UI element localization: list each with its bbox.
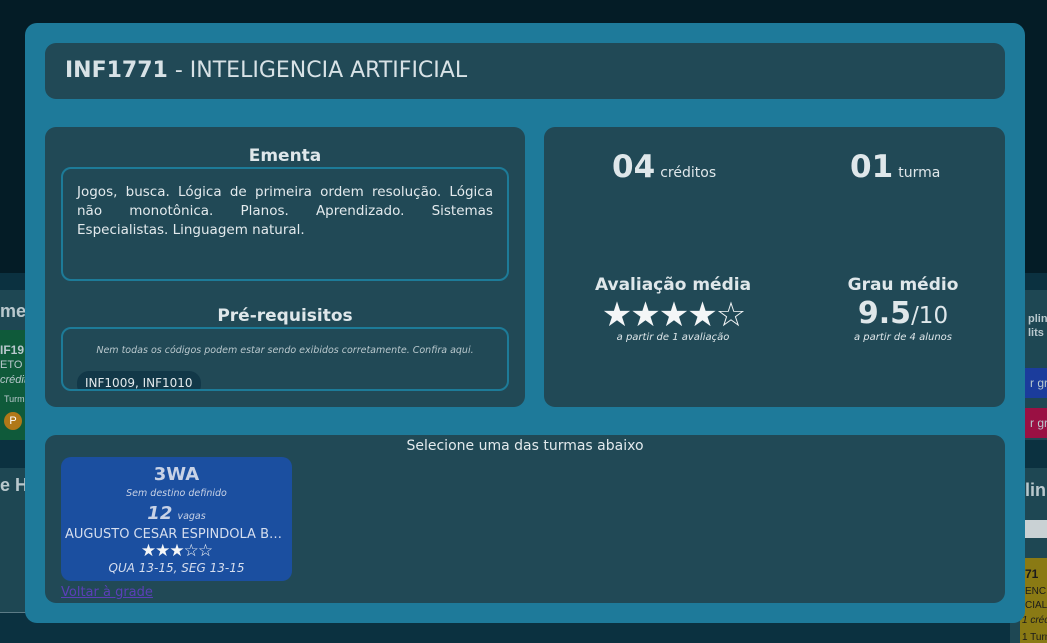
background-button-blue-label: r gra — [1030, 376, 1047, 390]
ementa-title: Ementa — [248, 146, 322, 166]
stats-panel: 04 créditos 01 turma Avaliação média ★★★… — [544, 127, 1005, 407]
background-search-bar-right[interactable] — [1025, 520, 1047, 538]
rating-stars: ★★★★☆ — [573, 297, 773, 333]
back-to-schedule-link[interactable]: Voltar à grade — [61, 585, 153, 600]
background-turmas-left: Turm — [4, 394, 25, 404]
prerequisite-chip[interactable]: INF1009, INF1010 — [77, 371, 201, 389]
turma-vagas: 12 vagas — [61, 503, 292, 524]
course-name: INTELIGENCIA ARTIFICIAL — [189, 58, 468, 83]
turma-card[interactable]: 3WA Sem destino definido 12 vagas AUGUST… — [61, 457, 292, 581]
turma-schedule: QUA 13-15, SEG 13-15 — [108, 561, 245, 575]
credits-stat: 04 créditos — [612, 149, 716, 185]
prerequisites-note[interactable]: Nem todas os códigos podem estar sendo e… — [63, 345, 507, 356]
background-course-name-right-1: ENC — [1025, 586, 1047, 597]
turma-rating-stars: ★★★☆☆ — [61, 541, 292, 561]
turmas-panel: Selecione uma das turmas abaixo 3WA Sem … — [45, 435, 1005, 603]
average-grade: 9.5/10 — [803, 296, 1003, 331]
background-text-right-2: lits — [1028, 327, 1044, 339]
star-filled-icon: ★ — [658, 295, 690, 335]
select-turma-label: Selecione uma das turmas abaixo — [406, 438, 644, 454]
ementa-text: Jogos, busca. Lógica de primeira ordem r… — [61, 167, 509, 281]
grade-note: a partir de 4 alunos — [853, 332, 952, 343]
background-credits-left: crédit — [0, 374, 27, 386]
credits-value: 04 — [612, 149, 656, 185]
rating-title: Avaliação média — [594, 275, 752, 295]
turma-destination: Sem destino definido — [126, 488, 227, 499]
star-empty-icon: ☆ — [197, 541, 213, 561]
grade-title: Grau médio — [847, 275, 959, 295]
background-button-pink-label: r gra — [1030, 416, 1047, 430]
turmas-unit: turma — [898, 165, 941, 181]
background-badge-p: P — [4, 412, 22, 430]
background-heading-left: me — [0, 301, 27, 321]
turmas-value: 01 — [850, 149, 894, 185]
turma-professor: AUGUSTO CESAR ESPINDOLA BAFFA — [65, 527, 288, 542]
course-modal: INF1771 - INTELIGENCIA ARTIFICIAL Ementa… — [25, 23, 1025, 623]
grade-value: 9.5 — [857, 296, 912, 331]
prerequisites-box[interactable]: Nem todas os códigos podem estar sendo e… — [61, 327, 509, 391]
course-title-separator: - — [167, 58, 190, 83]
course-title: INF1771 - INTELIGENCIA ARTIFICIAL — [65, 58, 467, 83]
course-code: INF1771 — [65, 58, 168, 83]
background-course-name-right-2: CIAL — [1025, 600, 1047, 611]
star-empty-icon: ☆ — [715, 295, 747, 335]
background-credits-right: 1 créditos — [1022, 615, 1047, 626]
star-filled-icon: ★ — [169, 541, 184, 561]
turma-vagas-count: 12 — [147, 503, 173, 524]
star-filled-icon: ★ — [140, 541, 156, 561]
star-empty-icon: ☆ — [183, 541, 199, 561]
turmas-stat: 01 turma — [850, 149, 940, 185]
rating-note: a partir de 1 avaliação — [616, 332, 730, 343]
background-text-right-1: plina — [1028, 313, 1047, 325]
background-turmas-right: 1 Turmas — [1022, 632, 1047, 643]
syllabus-panel: Ementa Jogos, busca. Lógica de primeira … — [45, 127, 525, 407]
star-filled-icon: ★ — [601, 295, 633, 335]
turma-vagas-label: vagas — [177, 511, 206, 522]
credits-unit: créditos — [660, 165, 717, 181]
star-filled-icon: ★ — [630, 295, 661, 335]
background-course-code-right: 71 — [1025, 567, 1039, 581]
prerequisites-title: Pré-requisitos — [217, 306, 353, 326]
course-title-bar: INF1771 - INTELIGENCIA ARTIFICIAL — [45, 43, 1005, 99]
background-heading-left-2: e H — [0, 475, 29, 495]
star-filled-icon: ★ — [687, 295, 718, 335]
star-filled-icon: ★ — [155, 541, 170, 561]
turma-code: 3WA — [153, 464, 200, 485]
background-heading-right: lin — [1025, 480, 1046, 500]
grade-max: /10 — [911, 303, 949, 329]
background-course-code-left: IF19 — [0, 343, 25, 357]
